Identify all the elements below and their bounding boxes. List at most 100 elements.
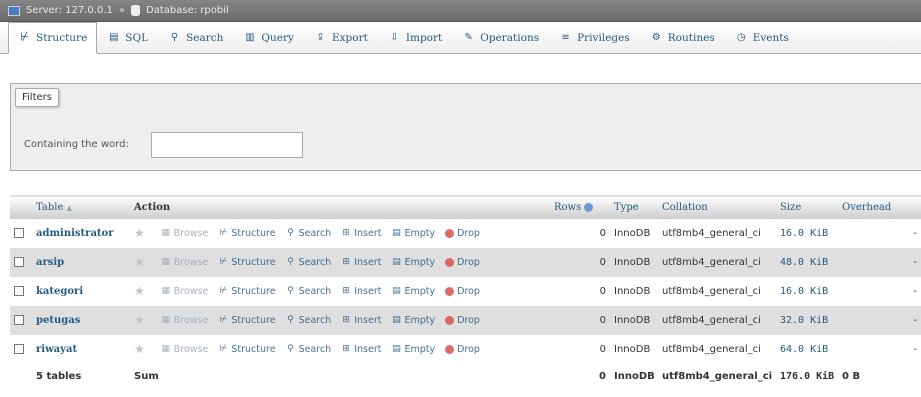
browse-icon: ▦ xyxy=(161,286,171,296)
row-size[interactable]: 48.0 KiB xyxy=(776,247,838,277)
tab-events[interactable]: ◷ Events xyxy=(725,22,799,53)
tab-operations[interactable]: ✎ Operations xyxy=(452,22,549,53)
column-header-type[interactable]: Type xyxy=(610,195,658,219)
footer-size: 176.0 KiB xyxy=(776,363,838,390)
action-label: Empty xyxy=(404,256,436,268)
action-search[interactable]: ⚲ Search xyxy=(286,286,331,297)
row-size[interactable]: 16.0 KiB xyxy=(776,276,838,306)
action-structure[interactable]: ⊬ Structure xyxy=(218,257,275,268)
empty-icon: ▤ xyxy=(392,344,401,354)
action-search[interactable]: ⚲ Search xyxy=(286,315,331,326)
search-icon: ⚲ xyxy=(170,31,179,43)
favorite-star-icon[interactable]: ★ xyxy=(134,313,145,327)
browse-icon: ▦ xyxy=(161,257,171,267)
action-insert[interactable]: ⊞ Insert xyxy=(341,228,381,239)
action-browse[interactable]: ▦ Browse xyxy=(161,257,209,268)
column-header-rows[interactable]: Rows xyxy=(550,195,610,219)
tab-routines[interactable]: ⚙ Routines xyxy=(640,22,725,53)
tab-search[interactable]: ⚲ Search xyxy=(158,22,233,53)
drop-icon xyxy=(445,257,455,267)
action-empty[interactable]: ▤ Empty xyxy=(391,315,435,326)
table-row: arsip ★ ▦ Browse ⊬ Structure ⚲ Search ⊞ Insert ▤ Em… xyxy=(10,247,921,277)
tab-query[interactable]: ▥ Query xyxy=(233,22,304,53)
action-label: Search xyxy=(298,256,332,268)
events-icon: ◷ xyxy=(736,31,746,43)
action-browse[interactable]: ▦ Browse xyxy=(161,286,209,297)
action-search[interactable]: ⚲ Search xyxy=(286,344,331,355)
table-name-link[interactable]: petugas xyxy=(36,315,80,326)
filter-input[interactable] xyxy=(151,132,303,158)
sort-ascending-icon: ▲ xyxy=(66,203,72,212)
row-checkbox[interactable] xyxy=(14,343,24,354)
action-drop[interactable]: Drop xyxy=(445,228,480,239)
tab-export[interactable]: ⇪ Export xyxy=(304,22,378,53)
favorite-star-icon[interactable]: ★ xyxy=(134,226,145,240)
action-structure[interactable]: ⊬ Structure xyxy=(218,344,275,355)
action-drop[interactable]: Drop xyxy=(445,344,480,355)
search-icon: ⚲ xyxy=(287,257,294,267)
table-name-link[interactable]: arsip xyxy=(36,257,64,268)
action-label: Structure xyxy=(231,227,276,239)
action-label: Browse xyxy=(173,343,209,355)
action-empty[interactable]: ▤ Empty xyxy=(391,257,435,268)
row-checkbox[interactable] xyxy=(14,285,24,296)
tab-structure[interactable]: ⊬ Structure xyxy=(8,22,98,54)
action-insert[interactable]: ⊞ Insert xyxy=(341,344,381,355)
action-search[interactable]: ⚲ Search xyxy=(286,256,332,268)
row-checkbox[interactable] xyxy=(14,256,24,267)
action-structure[interactable]: ⊬ Structure xyxy=(218,228,275,239)
breadcrumb-separator: » xyxy=(118,5,125,16)
favorite-star-icon[interactable]: ★ xyxy=(134,342,145,356)
action-search[interactable]: ⚲ Search xyxy=(286,228,331,239)
table-row: petugas ★ ▦ Browse ⊬ Structure ⚲ Search ⊞ Insert ▤… xyxy=(10,305,921,335)
action-insert[interactable]: ⊞ Insert xyxy=(341,315,381,326)
tab-privileges[interactable]: ≡ Privileges xyxy=(549,22,640,53)
export-icon: ⇪ xyxy=(316,31,325,43)
row-size[interactable]: 64.0 KiB xyxy=(776,334,838,364)
table-header-row: Table ▲ Action Rows Type Collation Size … xyxy=(10,195,921,219)
row-checkbox[interactable] xyxy=(14,314,24,325)
column-header-size[interactable]: Size xyxy=(776,195,838,219)
table-name-link[interactable]: kategori xyxy=(36,286,83,297)
breadcrumb: Server: 127.0.0.1 » Database: rpobil xyxy=(0,0,921,22)
breadcrumb-server[interactable]: Server: 127.0.0.1 xyxy=(26,5,113,16)
tab-import[interactable]: ⇩ Import xyxy=(378,22,452,53)
table-name-link[interactable]: riwayat xyxy=(36,344,77,355)
search-icon: ⚲ xyxy=(287,315,294,325)
row-collation: utf8mb4_general_ci xyxy=(658,276,776,306)
tab-label: Operations xyxy=(480,31,540,44)
action-drop[interactable]: Drop xyxy=(445,257,480,268)
tab-sql[interactable]: ▤ SQL xyxy=(97,22,158,53)
breadcrumb-database[interactable]: Database: rpobil xyxy=(146,5,229,16)
action-insert[interactable]: ⊞ Insert xyxy=(341,257,381,268)
help-icon[interactable] xyxy=(584,202,594,212)
action-drop[interactable]: Drop xyxy=(445,286,480,297)
search-icon: ⚲ xyxy=(287,344,294,354)
action-label: Structure xyxy=(231,343,276,355)
action-structure[interactable]: ⊬ Structure xyxy=(218,286,275,297)
table-name-link[interactable]: administrator xyxy=(36,228,113,239)
action-drop[interactable]: Drop xyxy=(445,315,480,326)
column-header-table[interactable]: Table ▲ xyxy=(32,195,130,219)
row-checkbox[interactable] xyxy=(14,227,24,238)
row-actions: ★ ▦ Browse ⊬ Structure ⚲ Search ⊞ Insert ▤ Empty Dr… xyxy=(134,342,546,356)
action-empty[interactable]: ▤ Empty xyxy=(391,228,435,239)
action-label: Empty xyxy=(404,285,436,297)
row-actions: ★ ▦ Browse ⊬ Structure ⚲ Search ⊞ Insert ▤ Empty Dr… xyxy=(134,284,546,298)
action-empty[interactable]: ▤ Empty xyxy=(391,344,435,355)
action-browse[interactable]: ▦ Browse xyxy=(161,315,209,326)
action-browse[interactable]: ▦ Browse xyxy=(161,228,209,239)
favorite-star-icon[interactable]: ★ xyxy=(134,255,145,269)
row-overhead: - xyxy=(838,276,921,306)
action-browse[interactable]: ▦ Browse xyxy=(161,344,209,355)
column-header-overhead[interactable]: Overhead xyxy=(838,195,921,219)
row-size[interactable]: 16.0 KiB xyxy=(776,218,838,248)
row-size[interactable]: 32.0 KiB xyxy=(776,305,838,335)
column-header-collation[interactable]: Collation xyxy=(658,195,776,219)
action-label: Browse xyxy=(173,314,209,326)
favorite-star-icon[interactable]: ★ xyxy=(134,284,145,298)
action-structure[interactable]: ⊬ Structure xyxy=(218,315,275,326)
import-icon: ⇩ xyxy=(390,31,399,43)
action-empty[interactable]: ▤ Empty xyxy=(391,286,435,297)
action-insert[interactable]: ⊞ Insert xyxy=(341,286,381,297)
